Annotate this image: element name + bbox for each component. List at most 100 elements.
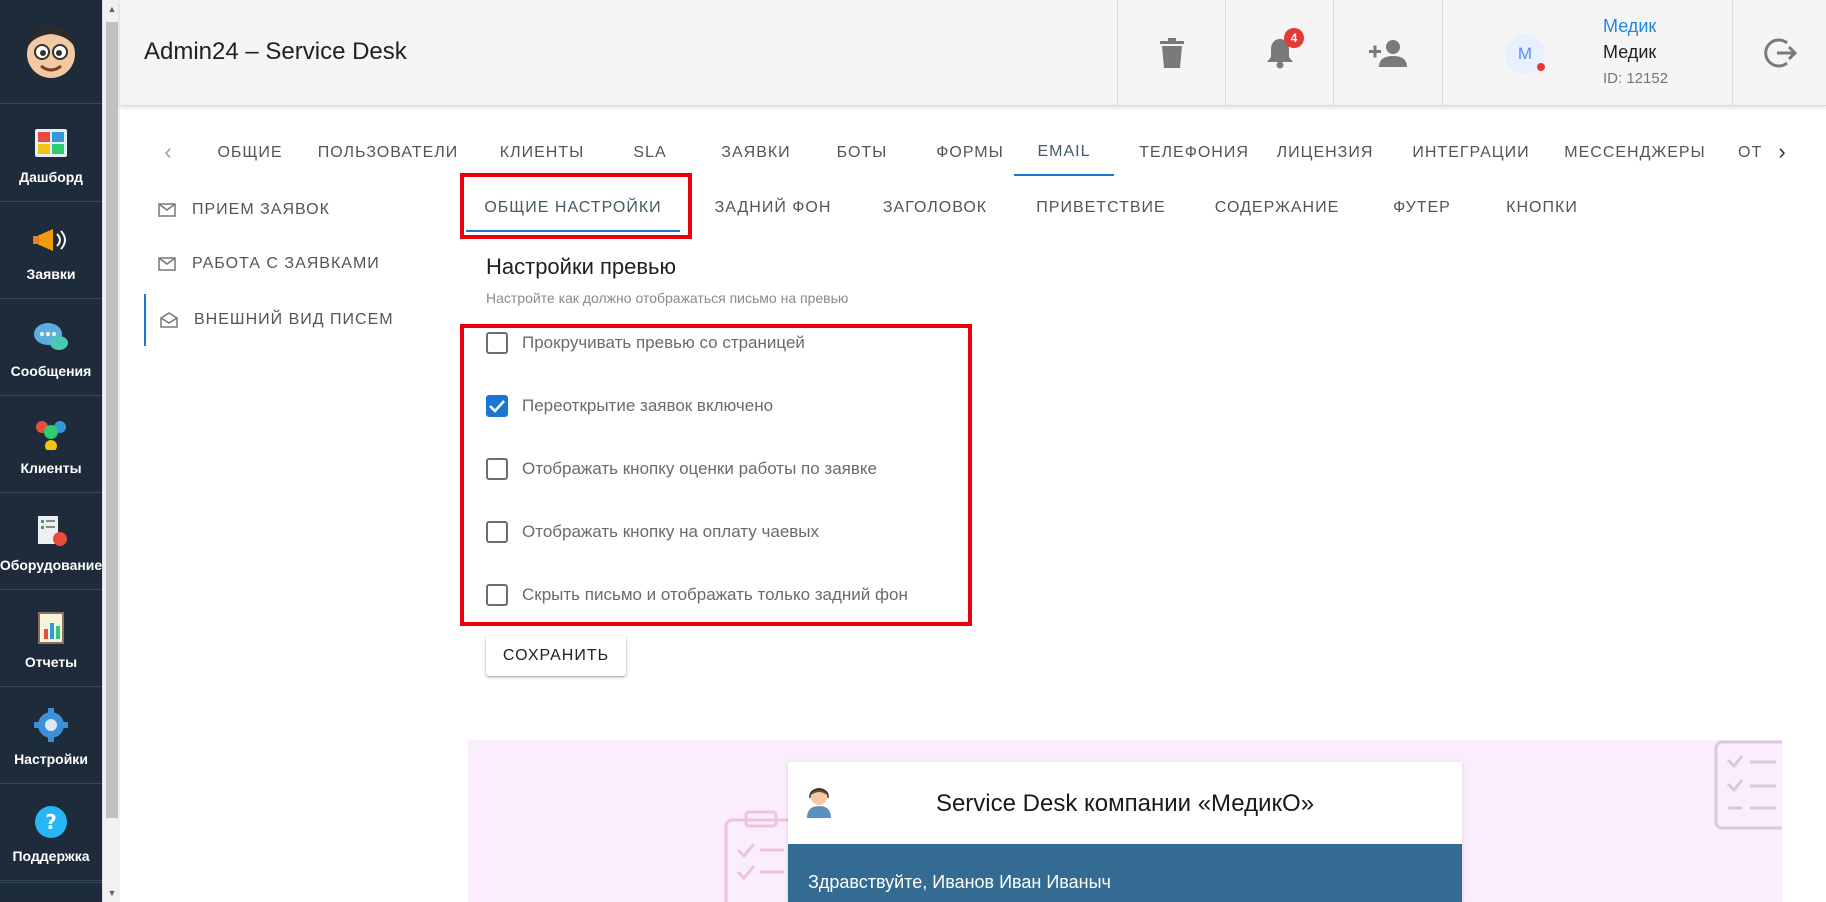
email-greeting: Здравствуйте, Иванов Иван Иваныч (808, 872, 1111, 892)
subnav-label: ПРИЕМ ЗАЯВОК (192, 201, 330, 218)
checkbox-label: Переоткрытие заявок включено (522, 396, 774, 415)
checkbox-box-checked[interactable] (486, 395, 508, 417)
add-user-button[interactable] (1333, 0, 1441, 106)
user-link[interactable]: Медик (1603, 16, 1656, 37)
subtab-greeting[interactable]: ПРИВЕТСТВИЕ (1024, 184, 1178, 232)
tab-integrations[interactable]: ИНТЕГРАЦИИ (1410, 130, 1532, 176)
checkbox-label: Отображать кнопку оценки работы по заявк… (522, 459, 877, 478)
dashboard-icon (31, 123, 71, 163)
subnav-item-processing[interactable]: РАБОТА С ЗАЯВКАМИ (144, 240, 444, 288)
email-title: Service Desk компании «МедикО» (935, 790, 1315, 817)
section-subtitle: Настройте как должно отображаться письмо… (486, 290, 849, 306)
sidebar-item-label: Отчеты (24, 653, 78, 670)
sidebar-item-tickets[interactable]: Заявки (0, 203, 102, 299)
tab-license[interactable]: ЛИЦЕНЗИЯ (1274, 130, 1376, 176)
user-name: Медик (1603, 42, 1657, 62)
subtab-buttons[interactable]: КНОПКИ (1490, 184, 1594, 232)
trash-icon (1159, 38, 1184, 68)
sidebar-item-label: Сообщения (10, 362, 92, 379)
email-preview: Service Desk компании «МедикО» Здравству… (468, 740, 1782, 902)
checkbox-rating-button[interactable]: Отображать кнопку оценки работы по заявк… (486, 454, 877, 484)
status-dot (1537, 63, 1545, 71)
subtab-content[interactable]: СОДЕРЖАНИЕ (1200, 184, 1354, 232)
app-logo[interactable] (0, 0, 102, 104)
subtab-general-settings[interactable]: ОБЩИЕ НАСТРОЙКИ (466, 184, 680, 232)
tab-clients[interactable]: КЛИЕНТЫ (492, 130, 592, 176)
tab-tickets[interactable]: ЗАЯВКИ (708, 130, 804, 176)
notifications-button[interactable]: 4 (1225, 0, 1333, 106)
subnav-item-intake[interactable]: ПРИЕМ ЗАЯВОК (144, 186, 444, 234)
email-greeting-bar: Здравствуйте, Иванов Иван Иваныч (788, 844, 1462, 902)
checkbox-hide-letter[interactable]: Скрыть письмо и отображать только задний… (486, 580, 908, 610)
checkbox-box[interactable] (486, 521, 508, 543)
tab-general[interactable]: ОБЩИЕ (208, 130, 292, 176)
main-sidebar: Дашборд Заявки Сообщения Клиенты Оборудо… (0, 0, 102, 902)
tab-messengers[interactable]: МЕССЕНДЖЕРЫ (1560, 130, 1710, 176)
checkbox-scroll-preview[interactable]: Прокручивать превью со страницей (486, 328, 805, 358)
subtab-background[interactable]: ЗАДНИЙ ФОН (700, 184, 846, 232)
sidebar-item-label: Дашборд (19, 168, 83, 185)
mail-open-icon (160, 311, 180, 329)
sidebar-item-support[interactable]: ? Поддержка (0, 785, 102, 881)
sidebar-item-label: Настройки (14, 750, 88, 767)
sidebar-item-dashboard[interactable]: Дашборд (0, 106, 102, 202)
email-card: Service Desk компании «МедикО» Здравству… (788, 762, 1462, 902)
svg-text:?: ? (45, 810, 57, 834)
logout-button[interactable] (1732, 0, 1826, 106)
sidebar-overflow-item (0, 882, 102, 902)
checkbox-reopen-tickets[interactable]: Переоткрытие заявок включено (486, 391, 773, 421)
tab-telephony[interactable]: ТЕЛЕФОНИЯ (1130, 130, 1258, 176)
subnav-label: РАБОТА С ЗАЯВКАМИ (192, 255, 380, 272)
top-header: Admin24 – Service Desk 4 М Медик Медик I… (120, 0, 1826, 106)
scrollbar-thumb[interactable] (106, 22, 118, 818)
mail-inbox-icon (158, 201, 178, 219)
checkbox-label: Прокручивать превью со страницей (522, 333, 805, 352)
subnav-item-appearance[interactable]: ВНЕШНИЙ ВИД ПИСЕМ (144, 294, 444, 346)
tab-email[interactable]: EMAIL (1014, 130, 1114, 176)
megaphone-icon (31, 220, 71, 260)
user-id: ID: 12152 (1603, 70, 1669, 87)
checkbox-label: Скрыть письмо и отображать только задний… (522, 585, 908, 604)
tab-sla[interactable]: SLA (614, 130, 686, 176)
notification-badge: 4 (1284, 28, 1304, 48)
logout-icon (1763, 38, 1797, 68)
page-scrollbar[interactable]: ▲ ▼ (102, 0, 120, 902)
tab-bots[interactable]: БОТЫ (820, 130, 904, 176)
sidebar-item-label: Поддержка (12, 847, 90, 864)
checkmark-icon (489, 400, 505, 413)
subnav-label: ВНЕШНИЙ ВИД ПИСЕМ (194, 311, 394, 328)
sidebar-item-messages[interactable]: Сообщения (0, 300, 102, 396)
tab-overflow[interactable]: ОТ (1738, 130, 1762, 176)
tabs-next-chevron-icon[interactable]: › (1764, 130, 1800, 174)
reports-icon (31, 608, 71, 648)
sidebar-item-clients[interactable]: Клиенты (0, 397, 102, 493)
tabs-prev-chevron-icon[interactable]: ‹ (150, 130, 186, 174)
checkbox-tips-button[interactable]: Отображать кнопку на оплату чаевых (486, 517, 819, 547)
active-subtab-indicator (466, 230, 680, 232)
chat-bubbles-icon (31, 317, 71, 357)
page-title: Admin24 – Service Desk (144, 38, 407, 65)
sidebar-item-equipment[interactable]: Оборудование (0, 494, 102, 590)
checkbox-box[interactable] (486, 332, 508, 354)
clients-icon (31, 414, 71, 454)
email-header: Service Desk компании «МедикО» (788, 762, 1462, 844)
subtab-footer[interactable]: ФУТЕР (1374, 184, 1470, 232)
gear-icon (31, 705, 71, 745)
sidebar-item-label: Оборудование (0, 556, 103, 573)
mail-work-icon (158, 255, 178, 273)
add-user-icon (1368, 40, 1407, 67)
tab-forms[interactable]: ФОРМЫ (920, 130, 1020, 176)
subtab-header[interactable]: ЗАГОЛОВОК (866, 184, 1004, 232)
logo-face-icon (27, 25, 75, 78)
trash-button[interactable] (1117, 0, 1225, 106)
sidebar-item-reports[interactable]: Отчеты (0, 591, 102, 687)
sidebar-item-settings[interactable]: Настройки (0, 688, 102, 784)
tab-users[interactable]: ПОЛЬЗОВАТЕЛИ (316, 130, 460, 176)
checkbox-box[interactable] (486, 458, 508, 480)
sidebar-item-label: Клиенты (20, 459, 82, 476)
save-button[interactable]: СОХРАНИТЬ (486, 636, 626, 676)
user-profile[interactable]: М Медик Медик ID: 12152 (1442, 0, 1732, 106)
scroll-down-icon[interactable]: ▼ (103, 884, 121, 902)
scroll-up-icon[interactable]: ▲ (103, 0, 121, 18)
checkbox-box[interactable] (486, 584, 508, 606)
